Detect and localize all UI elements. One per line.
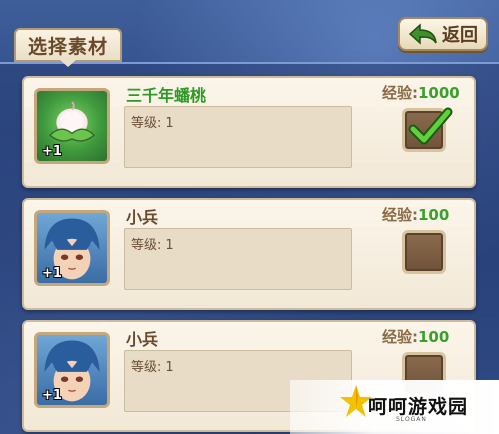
plus-badge: +1 [42, 388, 62, 403]
exp-display: 经验:1000 [382, 82, 460, 103]
tab-title: 选择素材 [27, 35, 108, 58]
back-arrow-icon [408, 23, 437, 45]
exp-label: 经验: [382, 328, 418, 346]
back-button[interactable]: 返回 [398, 17, 488, 51]
plus-badge: +1 [42, 144, 62, 159]
exp-label: 经验: [382, 84, 418, 102]
soldier-portrait: +1 [34, 210, 110, 286]
material-card[interactable]: +1 小兵 等级: 1 经验:100 [22, 198, 476, 310]
material-card[interactable]: +1 三千年蟠桃 等级: 1 经验:1000 [22, 76, 476, 188]
exp-label: 经验: [382, 206, 418, 224]
checkmark-icon [408, 107, 453, 145]
info-box: 等级: 1 [124, 106, 352, 168]
material-name: 小兵 [126, 208, 159, 227]
material-name: 三千年蟠桃 [126, 86, 207, 105]
exp-display: 经验:100 [382, 204, 449, 225]
material-name: 小兵 [126, 330, 159, 349]
level-label: 等级: [131, 116, 162, 131]
back-label: 返回 [442, 25, 478, 46]
select-checkbox[interactable] [402, 230, 446, 274]
exp-value: 100 [418, 206, 450, 224]
tab-pointer [60, 60, 76, 67]
plus-badge: +1 [42, 266, 62, 281]
soldier-portrait: +1 [34, 332, 110, 408]
level-value: 1 [165, 238, 174, 253]
watermark-slogan: SLOGAN [396, 416, 427, 423]
peach-icon: +1 [34, 88, 110, 164]
tab-select-material: 选择素材 [14, 28, 122, 62]
info-box: 等级: 1 [124, 228, 352, 290]
level-label: 等级: [131, 360, 162, 375]
exp-value: 1000 [418, 84, 460, 102]
exp-value: 100 [418, 328, 450, 346]
level-value: 1 [165, 116, 174, 131]
watermark-text: 呵呵游戏园 [368, 396, 469, 418]
level-value: 1 [165, 360, 174, 375]
exp-display: 经验:100 [382, 326, 449, 347]
select-checkbox[interactable] [402, 107, 453, 152]
level-label: 等级: [131, 238, 162, 253]
